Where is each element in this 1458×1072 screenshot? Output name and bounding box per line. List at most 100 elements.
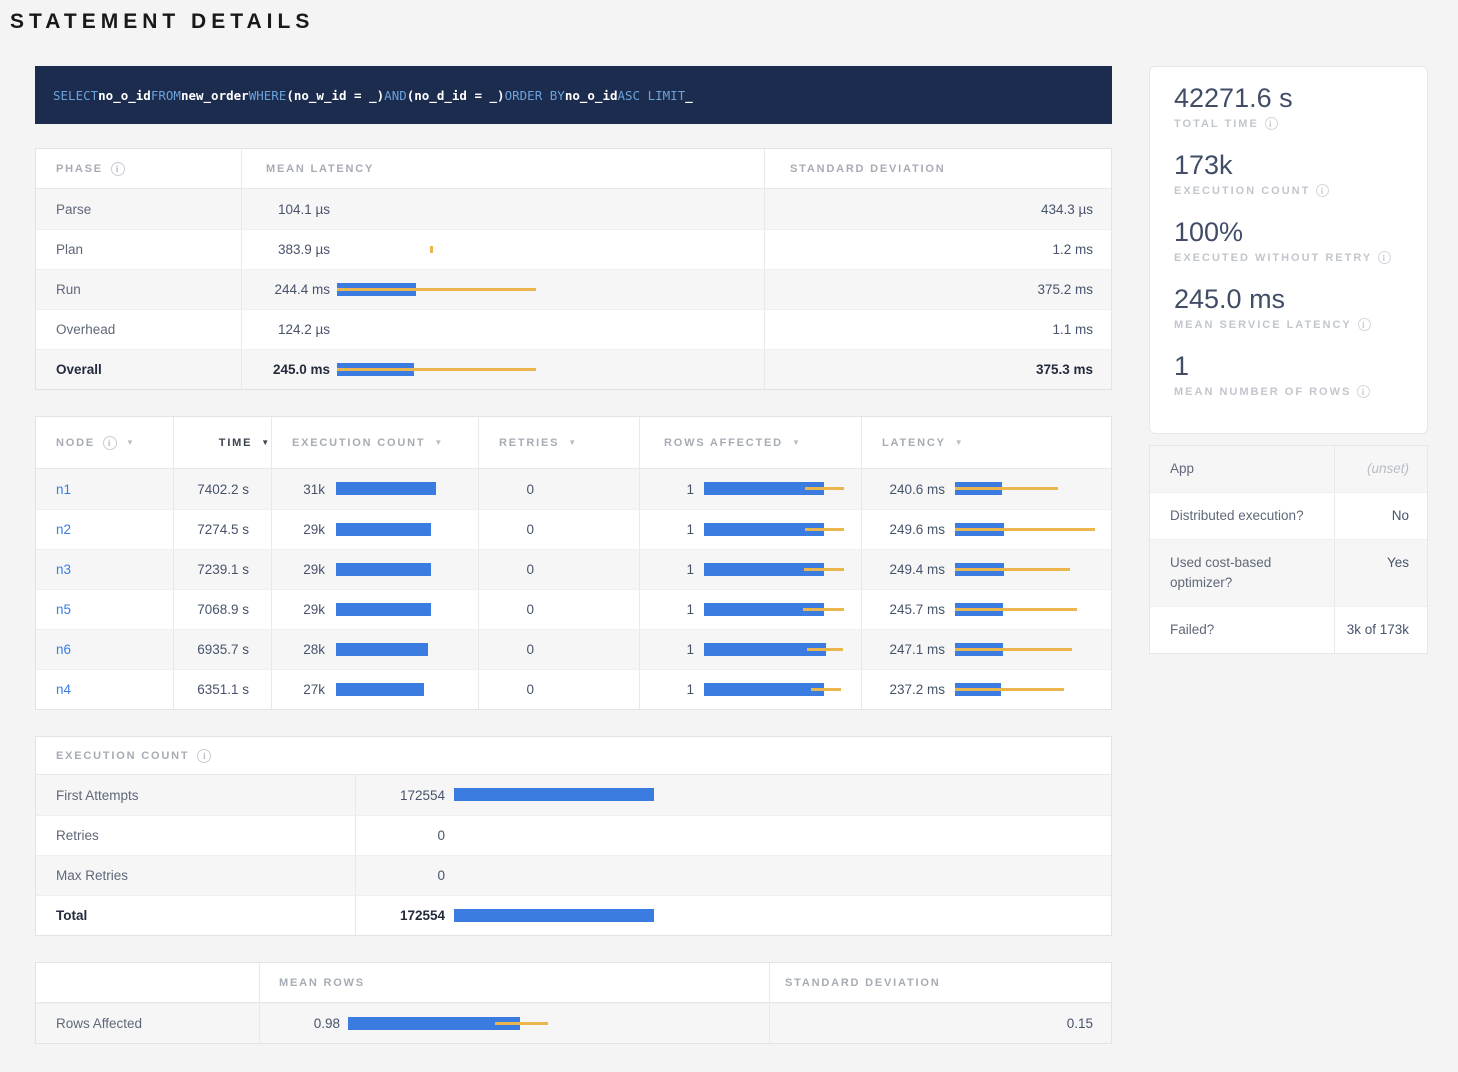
retries-cell: 0	[478, 630, 639, 669]
sql-token: SELECT	[53, 88, 98, 103]
mean-bar	[336, 643, 428, 656]
sql-token: ASC LIMIT	[618, 88, 686, 103]
mean-latency-value: 383.9 µs	[266, 242, 330, 257]
execution-count-row: Max Retries0	[36, 855, 1111, 895]
col-header-label: NODE	[56, 437, 95, 449]
execution-count-bar	[454, 869, 1113, 883]
mean-latency-cell: 245.0 ms	[241, 350, 764, 389]
col-header-label: EXECUTION COUNT	[292, 437, 425, 449]
retries-value: 0	[499, 682, 534, 697]
execution-count-cell: 29k	[271, 590, 478, 629]
info-icon[interactable]: i	[1358, 318, 1371, 331]
sql-token: new_order	[181, 88, 249, 103]
node-row: n27274.5 s29k01249.6 ms	[36, 509, 1111, 549]
time-value: 7402.2 s	[173, 469, 271, 509]
info-icon[interactable]: i	[103, 436, 117, 450]
summary-card: 42271.6 sTOTAL TIMEi173kEXECUTION COUNTi…	[1149, 66, 1428, 434]
latency-value: 237.2 ms	[882, 682, 945, 697]
execution-count-table: EXECUTION COUNT i First Attempts172554Re…	[35, 736, 1112, 936]
mean-latency-value: 104.1 µs	[266, 202, 330, 217]
stddev-whisker	[805, 528, 844, 531]
stddev-whisker	[804, 568, 844, 571]
summary-metric-value: 245.0 ms	[1174, 283, 1403, 316]
sql-token: _	[685, 88, 693, 103]
phase-row: Overall245.0 ms375.3 ms	[36, 349, 1111, 389]
info-icon[interactable]: i	[1316, 184, 1329, 197]
phase-row: Plan383.9 µs1.2 ms	[36, 229, 1111, 269]
stddev-whisker	[955, 568, 1070, 571]
node-cell: n4	[36, 670, 173, 709]
execution-count-value: 31k	[292, 482, 325, 497]
info-icon[interactable]: i	[197, 749, 211, 763]
node-link[interactable]: n3	[56, 562, 71, 577]
node-link[interactable]: n4	[56, 682, 71, 697]
summary-metric: 42271.6 sTOTAL TIMEi	[1174, 82, 1403, 130]
info-icon[interactable]: i	[1357, 385, 1370, 398]
col-header-node[interactable]: NODEi▼	[36, 417, 173, 468]
execution-count-value: 29k	[292, 602, 325, 617]
time-value: 7239.1 s	[173, 550, 271, 589]
rows-affected-row: Rows Affected0.980.15	[36, 1003, 1111, 1043]
stddev-tick	[430, 246, 433, 253]
detail-row-value: Yes	[1334, 540, 1427, 606]
col-header-latency[interactable]: LATENCY▼	[861, 417, 1113, 468]
node-link[interactable]: n5	[56, 602, 71, 617]
summary-metric-label: TOTAL TIMEi	[1174, 117, 1403, 130]
mean-rows-column-header: MEAN ROWS	[259, 963, 769, 1002]
retries-value: 0	[499, 522, 534, 537]
col-header-time[interactable]: TIME▼	[173, 417, 271, 468]
stddev-whisker	[955, 648, 1072, 651]
rows-affected-bar	[704, 563, 861, 577]
latency-cell: 240.6 ms	[861, 469, 1113, 509]
mean-latency-bar	[337, 323, 764, 337]
mean-bar	[336, 683, 424, 696]
detail-row-value: (unset)	[1334, 446, 1427, 492]
info-icon[interactable]: i	[1378, 251, 1391, 264]
mean-bar	[336, 482, 436, 495]
mean-rows-value: 0.98	[284, 1016, 340, 1031]
node-cell: n2	[36, 510, 173, 549]
execution-count-row-label: Total	[36, 896, 355, 935]
latency-bar	[955, 643, 1113, 657]
rows-affected-value: 1	[664, 482, 694, 497]
latency-value: 245.7 ms	[882, 602, 945, 617]
stddev-value: 434.3 µs	[764, 189, 1113, 229]
phase-row: Overhead124.2 µs1.1 ms	[36, 309, 1111, 349]
node-link[interactable]: n6	[56, 642, 71, 657]
latency-bar	[955, 482, 1113, 496]
sql-token: no_o_id	[565, 88, 618, 103]
retries-cell: 0	[478, 590, 639, 629]
latency-cell: 237.2 ms	[861, 670, 1113, 709]
latency-value: 240.6 ms	[882, 482, 945, 497]
rows-affected-table-header: MEAN ROWS STANDARD DEVIATION	[36, 963, 1111, 1003]
sql-token: WHERE	[249, 88, 287, 103]
execution-count-row-label: Retries	[36, 816, 355, 855]
side-column: 42271.6 sTOTAL TIMEi173kEXECUTION COUNTi…	[1149, 66, 1428, 1044]
detail-row-value: 3k of 173k	[1334, 607, 1427, 653]
node-link[interactable]: n1	[56, 482, 71, 497]
info-icon[interactable]: i	[1265, 117, 1278, 130]
node-link[interactable]: n2	[56, 522, 71, 537]
mean-latency-cell: 124.2 µs	[241, 310, 764, 349]
summary-metric-label: MEAN NUMBER OF ROWSi	[1174, 385, 1403, 398]
mean-latency-bar	[337, 202, 764, 216]
rows-affected-bar	[704, 482, 861, 496]
rows-affected-cell: 1	[639, 510, 861, 549]
execution-count-value-cell: 0	[355, 816, 1113, 855]
page-layout: SELECT no_o_id FROM new_order WHERE (no_…	[0, 66, 1458, 1044]
col-header-retries[interactable]: RETRIES▼	[478, 417, 639, 468]
time-value: 7068.9 s	[173, 590, 271, 629]
execution-count-bar	[336, 482, 478, 496]
mean-latency-bar	[337, 283, 764, 297]
info-icon[interactable]: i	[111, 162, 125, 176]
col-header-execution-count[interactable]: EXECUTION COUNT▼	[271, 417, 478, 468]
detail-row-value: No	[1334, 493, 1427, 539]
rows-affected-row-label: Rows Affected	[36, 1004, 259, 1043]
summary-metric-label: EXECUTION COUNTi	[1174, 184, 1403, 197]
node-row: n57068.9 s29k01245.7 ms	[36, 589, 1111, 629]
execution-count-title: EXECUTION COUNT	[56, 750, 189, 762]
node-row: n17402.2 s31k01240.6 ms	[36, 469, 1111, 509]
col-header-rows-affected[interactable]: ROWS AFFECTED▼	[639, 417, 861, 468]
node-cell: n1	[36, 469, 173, 509]
latency-value: 249.4 ms	[882, 562, 945, 577]
